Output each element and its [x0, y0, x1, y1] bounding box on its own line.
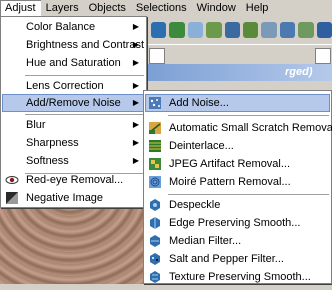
- submenu-arrow-icon: ▶: [132, 120, 139, 129]
- menu-objects[interactable]: Objects: [84, 0, 131, 16]
- submenu-arrow-icon: ▶: [132, 40, 139, 49]
- menu-adjust[interactable]: Adjust: [0, 0, 41, 16]
- despeckle-icon: [148, 198, 162, 212]
- add-noise-icon: [148, 96, 162, 110]
- menu-layers[interactable]: Layers: [41, 0, 84, 16]
- menu-separator: [25, 75, 144, 76]
- menu-item-color-balance[interactable]: Color Balance ▶: [2, 18, 145, 36]
- menu-item-moire-removal[interactable]: Moiré Pattern Removal...: [145, 173, 330, 191]
- toolbar-tool-icon[interactable]: [224, 22, 241, 38]
- menu-item-blur[interactable]: Blur ▶: [2, 116, 145, 134]
- toolbar-tool-icon[interactable]: [279, 22, 296, 38]
- submenu-arrow-icon: ▶: [132, 98, 139, 107]
- menu-item-brightness-contrast[interactable]: Brightness and Contrast ▶: [2, 36, 145, 54]
- texture-smooth-icon: [148, 270, 162, 284]
- color-swatch[interactable]: [149, 48, 165, 64]
- menu-item-edge-preserving-smooth[interactable]: Edge Preserving Smooth...: [145, 214, 330, 232]
- menu-item-add-remove-noise[interactable]: Add/Remove Noise ▶: [2, 94, 145, 112]
- submenu-arrow-icon: ▶: [132, 81, 139, 90]
- negative-image-icon: [5, 191, 19, 205]
- menubar: Adjust Layers Objects Selections Window …: [0, 0, 332, 16]
- menu-separator: [25, 114, 144, 115]
- deinterlace-icon: [148, 139, 162, 153]
- toolbar-tool-icon[interactable]: [169, 22, 185, 38]
- edge-smooth-icon: [148, 216, 162, 230]
- document-title-bar: rged): [145, 64, 332, 81]
- menu-item-negative-image[interactable]: Negative Image: [2, 189, 145, 207]
- menu-item-despeckle[interactable]: Despeckle: [145, 196, 330, 214]
- menu-selections[interactable]: Selections: [131, 0, 192, 16]
- toolbar-tool-icon[interactable]: [151, 22, 167, 38]
- menu-item-add-noise[interactable]: Add Noise...: [145, 94, 330, 112]
- toolbar-tool-icon[interactable]: [243, 22, 259, 38]
- menu-separator: [168, 115, 329, 116]
- toolbar-tool-icon[interactable]: [261, 22, 277, 38]
- document-title: rged): [285, 66, 313, 78]
- menu-window[interactable]: Window: [192, 0, 241, 16]
- add-remove-noise-submenu: Add Noise... Automatic Small Scratch Rem…: [143, 90, 332, 284]
- menu-separator: [168, 194, 329, 195]
- menu-item-hue-saturation[interactable]: Hue and Saturation ▶: [2, 54, 145, 72]
- menu-item-median-filter[interactable]: Median Filter...: [145, 232, 330, 250]
- color-swatch[interactable]: [315, 48, 331, 64]
- moire-icon: [148, 175, 162, 189]
- toolbar-tool-icon[interactable]: [206, 22, 222, 38]
- submenu-arrow-icon: ▶: [132, 138, 139, 147]
- toolbar-row-2: [145, 44, 332, 65]
- salt-pepper-icon: [148, 252, 162, 266]
- menu-item-softness[interactable]: Softness ▶: [2, 152, 145, 170]
- menu-help[interactable]: Help: [241, 0, 274, 16]
- menu-item-deinterlace[interactable]: Deinterlace...: [145, 137, 330, 155]
- jpeg-artifact-icon: [148, 157, 162, 171]
- menu-item-red-eye-removal[interactable]: Red-eye Removal...: [2, 171, 145, 189]
- menu-item-jpeg-artifact-removal[interactable]: JPEG Artifact Removal...: [145, 155, 330, 173]
- submenu-arrow-icon: ▶: [132, 58, 139, 67]
- menu-item-sharpness[interactable]: Sharpness ▶: [2, 134, 145, 152]
- submenu-arrow-icon: ▶: [132, 22, 139, 31]
- eye-icon: [5, 173, 19, 187]
- scratch-removal-icon: [148, 121, 162, 135]
- toolbar-tool-icon[interactable]: [298, 22, 314, 38]
- menu-item-scratch-removal[interactable]: Automatic Small Scratch Removal...: [145, 119, 332, 137]
- menu-item-salt-pepper-filter[interactable]: Salt and Pepper Filter...: [145, 250, 330, 268]
- toolbar: [145, 17, 332, 43]
- median-filter-icon: [148, 234, 162, 248]
- menu-item-lens-correction[interactable]: Lens Correction ▶: [2, 77, 145, 95]
- toolbar-tool-icon[interactable]: [316, 22, 332, 38]
- adjust-menu: Color Balance ▶ Brightness and Contrast ▶ …: [0, 16, 147, 208]
- submenu-arrow-icon: ▶: [132, 156, 139, 165]
- toolbar-tool-icon[interactable]: [187, 22, 204, 38]
- menu-item-texture-preserving-smooth[interactable]: Texture Preserving Smooth...: [145, 268, 330, 286]
